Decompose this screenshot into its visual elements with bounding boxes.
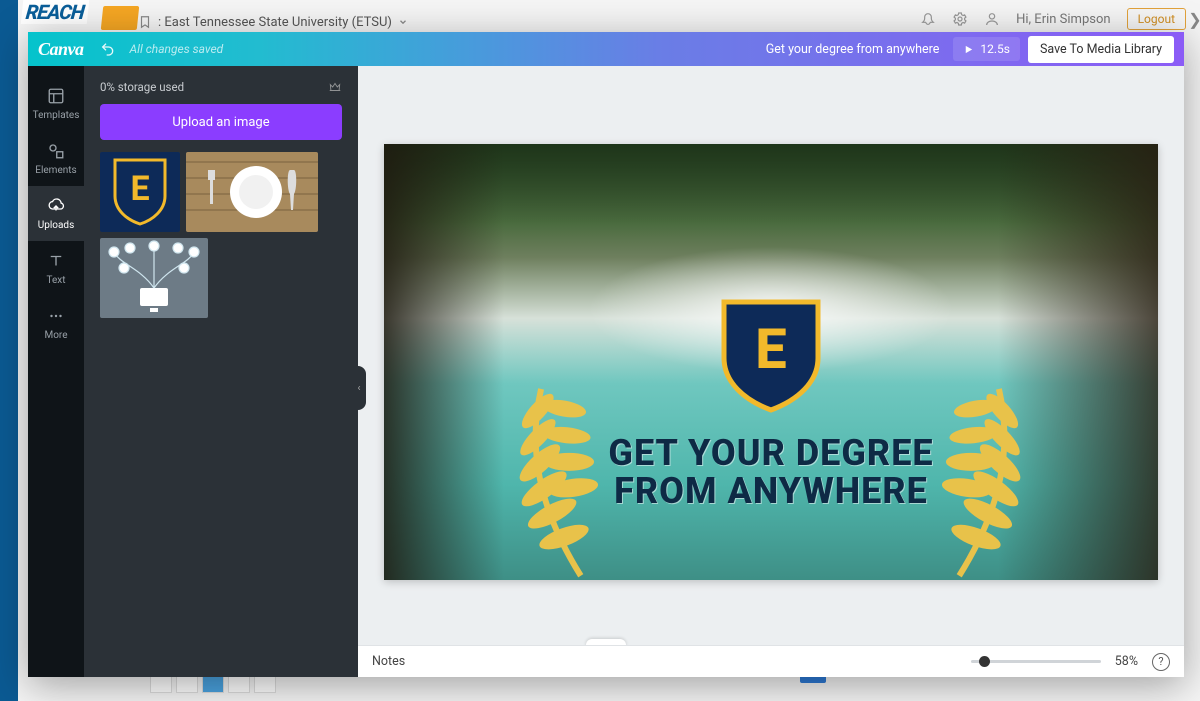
trees-left <box>384 144 504 580</box>
canva-logo[interactable]: Canva <box>38 39 84 60</box>
rail-more[interactable]: More <box>28 296 84 351</box>
bookmark-icon <box>138 15 152 29</box>
upload-button-label: Upload an image <box>172 115 269 130</box>
upload-thumb-shield[interactable]: E <box>100 152 180 232</box>
save-to-library-button[interactable]: Save To Media Library <box>1028 36 1174 63</box>
user-icon[interactable] <box>984 11 1000 27</box>
zoom-percent: 58% <box>1115 654 1138 669</box>
crest-letter: E <box>755 316 786 382</box>
elements-icon <box>46 141 66 161</box>
svg-text:E: E <box>130 169 149 209</box>
storage-text: 0% storage used <box>100 80 184 94</box>
artboard-heading[interactable]: GET YOUR DEGREE FROM ANYWHERE <box>608 434 933 512</box>
bell-icon[interactable] <box>920 11 936 27</box>
rail-label: Templates <box>33 110 80 121</box>
org-selector[interactable]: : East Tennessee State University (ETSU) <box>138 15 408 30</box>
crown-icon[interactable] <box>328 80 342 94</box>
rail-templates[interactable]: Templates <box>28 76 84 131</box>
heading-line2: FROM ANYWHERE <box>614 470 928 512</box>
upload-image-button[interactable]: Upload an image <box>100 104 342 140</box>
uploads-panel: 0% storage used Upload an image E <box>84 66 358 677</box>
canvas-area: E GET YOUR DEGREE FROM ANYWHERE Notes 58… <box>358 66 1184 677</box>
reach-topright: Hi, Erin Simpson Logout <box>920 8 1186 30</box>
editor-header: Canva All changes saved Get your degree … <box>28 32 1184 66</box>
stage[interactable]: E GET YOUR DEGREE FROM ANYWHERE <box>358 66 1184 645</box>
upload-thumb-tech[interactable] <box>100 238 208 318</box>
org-name: : East Tennessee State University (ETSU) <box>158 15 392 30</box>
left-rail: Templates Elements Uploads Text <box>28 66 84 677</box>
rail-elements[interactable]: Elements <box>28 131 84 186</box>
more-icon <box>46 306 66 326</box>
panel-collapse-handle[interactable]: ‹ <box>352 366 366 410</box>
crest-shield[interactable]: E <box>716 296 826 416</box>
chevron-down-icon <box>398 17 408 27</box>
greeting-text: Hi, Erin Simpson <box>1016 12 1110 27</box>
rail-uploads[interactable]: Uploads <box>28 186 84 241</box>
canva-editor: Canva All changes saved Get your degree … <box>28 32 1184 677</box>
rail-label: Text <box>46 275 65 286</box>
document-title[interactable]: Get your degree from anywhere <box>766 42 940 57</box>
undo-icon <box>100 41 116 57</box>
text-icon <box>46 251 66 271</box>
zoom-slider-thumb[interactable] <box>979 656 990 667</box>
status-bar: Notes 58% ? <box>358 645 1184 677</box>
reach-left-nav <box>0 0 18 701</box>
upload-thumbnails: E <box>100 152 342 318</box>
uploads-icon <box>46 196 66 216</box>
rail-label: Elements <box>35 165 76 176</box>
templates-icon <box>46 86 66 106</box>
zoom-controls: 58% ? <box>971 653 1170 671</box>
preview-button[interactable]: 12.5s <box>953 37 1020 61</box>
upload-thumb-plate[interactable] <box>186 152 318 232</box>
logout-button[interactable]: Logout <box>1127 8 1186 30</box>
rail-label: More <box>44 330 67 341</box>
storage-row: 0% storage used <box>100 76 342 104</box>
editor-body: Templates Elements Uploads Text <box>28 66 1184 677</box>
gear-icon[interactable] <box>952 11 968 27</box>
help-button[interactable]: ? <box>1152 653 1170 671</box>
play-time: 12.5s <box>980 42 1010 56</box>
reach-logo-accent <box>101 6 140 30</box>
notes-button[interactable]: Notes <box>372 654 405 669</box>
reach-logo[interactable]: REACH <box>22 0 88 30</box>
rail-label: Uploads <box>38 220 74 231</box>
save-status: All changes saved <box>130 42 224 56</box>
undo-button[interactable] <box>98 39 118 59</box>
reach-logo-text: REACH <box>21 0 89 24</box>
rail-text[interactable]: Text <box>28 241 84 296</box>
artboard[interactable]: E GET YOUR DEGREE FROM ANYWHERE <box>384 144 1158 580</box>
zoom-slider[interactable] <box>971 660 1101 663</box>
play-icon <box>963 44 974 55</box>
heading-line1: GET YOUR DEGREE <box>608 432 933 474</box>
